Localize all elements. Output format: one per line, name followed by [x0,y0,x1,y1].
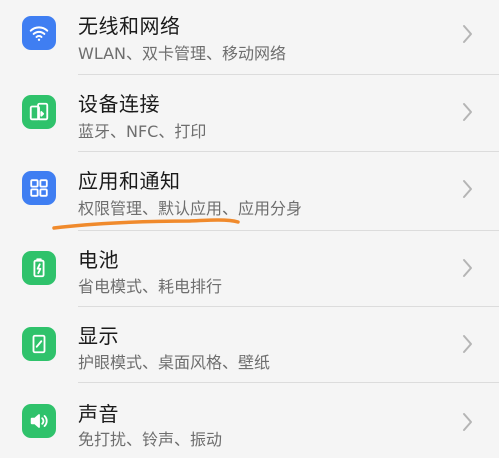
item-title: 设备连接 [78,92,160,116]
battery-icon [22,251,56,285]
item-title: 显示 [78,324,119,348]
settings-item-battery[interactable]: 电池 省电模式、耗电排行 [0,230,499,306]
settings-item-device-connection[interactable]: 设备连接 蓝牙、NFC、打印 [0,76,499,152]
display-icon [22,327,56,361]
settings-item-display[interactable]: 显示 护眼模式、桌面风格、壁纸 [0,306,499,382]
item-title: 应用和通知 [78,169,181,193]
chevron-right-icon [460,412,474,432]
settings-item-wireless-networks[interactable]: 无线和网络 WLAN、双卡管理、移动网络 [0,0,499,74]
item-title: 电池 [78,248,119,272]
chevron-right-icon [460,334,474,354]
device-connection-icon [22,95,56,129]
divider [78,151,499,152]
item-subtitle: 免打扰、铃声、振动 [78,430,223,449]
chevron-right-icon [460,102,474,122]
chevron-right-icon [460,24,474,44]
divider [78,74,499,75]
item-subtitle: 省电模式、耗电排行 [78,277,223,296]
item-subtitle: 蓝牙、NFC、打印 [78,122,207,141]
wifi-icon [22,16,56,50]
chevron-right-icon [460,258,474,278]
item-subtitle: WLAN、双卡管理、移动网络 [78,44,287,63]
settings-item-apps-notifications[interactable]: 应用和通知 权限管理、默认应用、应用分身 [0,153,499,229]
item-title: 无线和网络 [78,14,181,38]
item-subtitle: 护眼模式、桌面风格、壁纸 [78,353,271,372]
item-subtitle: 权限管理、默认应用、应用分身 [78,199,303,218]
item-title: 声音 [78,402,119,426]
apps-grid-icon [22,171,56,205]
settings-item-sound[interactable]: 声音 免打扰、铃声、振动 [0,382,499,458]
sound-icon [22,404,56,438]
chevron-right-icon [460,179,474,199]
